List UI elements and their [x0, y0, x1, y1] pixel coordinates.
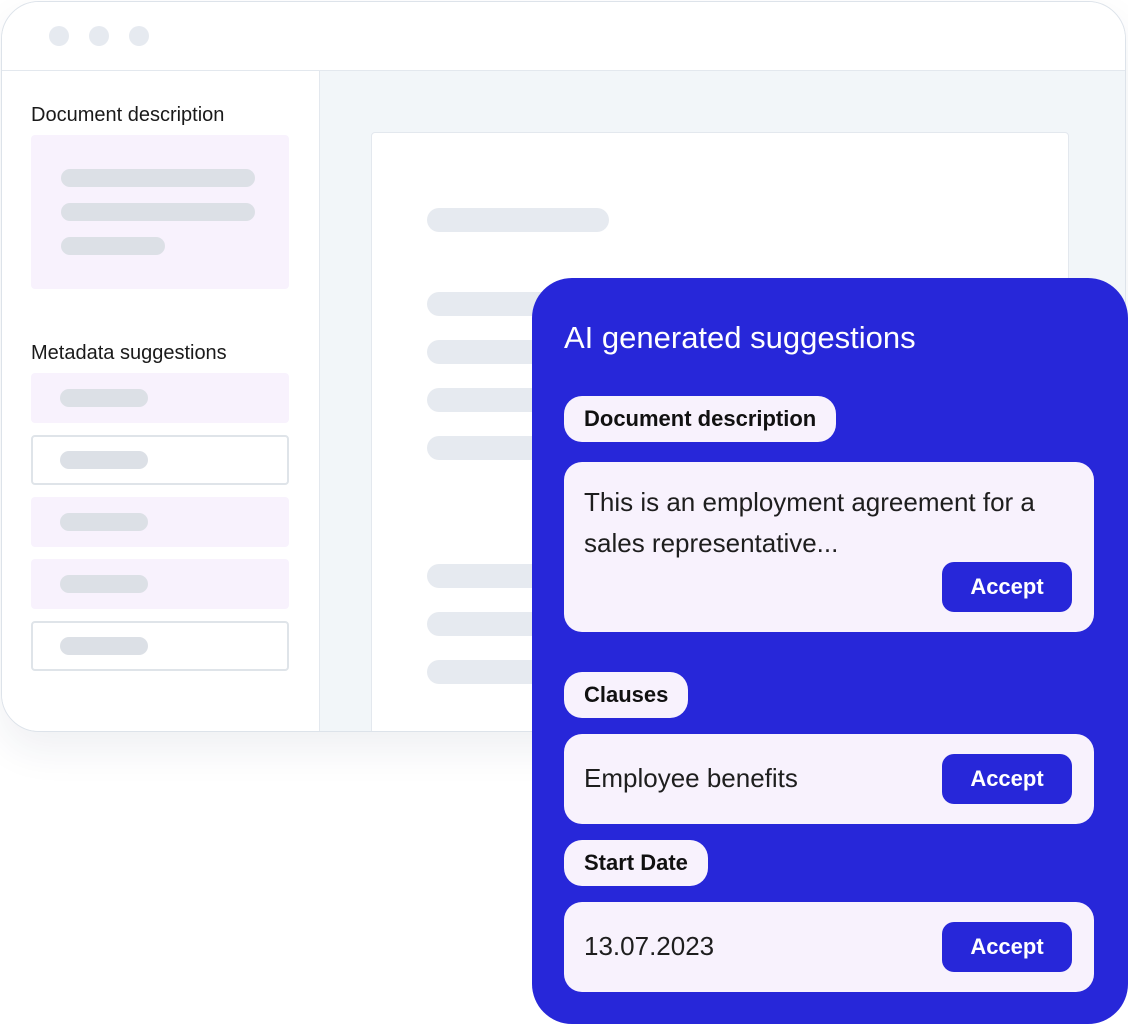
accept-button[interactable]: Accept: [942, 922, 1072, 972]
skeleton-line: [60, 451, 148, 469]
window-titlebar: [2, 2, 1125, 71]
suggestion-card-clauses: Employee benefits Accept: [564, 734, 1094, 824]
suggestion-text: 13.07.2023: [584, 931, 715, 961]
ai-panel-title: AI generated suggestions: [564, 320, 916, 355]
skeleton-line: [60, 389, 148, 407]
accept-button[interactable]: Accept: [942, 562, 1072, 612]
sidebar: Document description Metadata suggestion…: [2, 71, 320, 731]
metadata-item[interactable]: [31, 559, 289, 609]
skeleton-line: [60, 575, 148, 593]
section-label-clauses: Clauses: [564, 672, 689, 718]
section-label-start-date: Start Date: [564, 840, 708, 886]
metadata-item[interactable]: [31, 435, 289, 485]
suggestion-text: This is an employment agreement for a sa…: [584, 487, 1035, 558]
window-dot-3[interactable]: [129, 26, 149, 46]
window-dot-2[interactable]: [89, 26, 109, 46]
metadata-item[interactable]: [31, 621, 289, 671]
window-dot-1[interactable]: [49, 26, 69, 46]
skeleton-line: [60, 637, 148, 655]
accept-button[interactable]: Accept: [942, 754, 1072, 804]
suggestion-text: Employee benefits: [584, 763, 798, 793]
suggestion-card-start-date: 13.07.2023 Accept: [564, 902, 1094, 992]
metadata-item[interactable]: [31, 497, 289, 547]
metadata-suggestions-label: Metadata suggestions: [31, 342, 227, 364]
document-description-box[interactable]: [31, 135, 289, 289]
skeleton-line: [61, 169, 255, 187]
skeleton-line: [61, 203, 255, 221]
skeleton-line: [427, 208, 609, 232]
skeleton-line: [61, 237, 165, 255]
section-label-document-description: Document description: [564, 396, 837, 442]
skeleton-line: [60, 513, 148, 531]
document-description-label: Document description: [31, 104, 225, 126]
suggestion-card-description: This is an employment agreement for a sa…: [564, 462, 1094, 632]
metadata-item[interactable]: [31, 373, 289, 423]
ai-suggestions-panel: AI generated suggestions Document descri…: [532, 278, 1128, 1024]
